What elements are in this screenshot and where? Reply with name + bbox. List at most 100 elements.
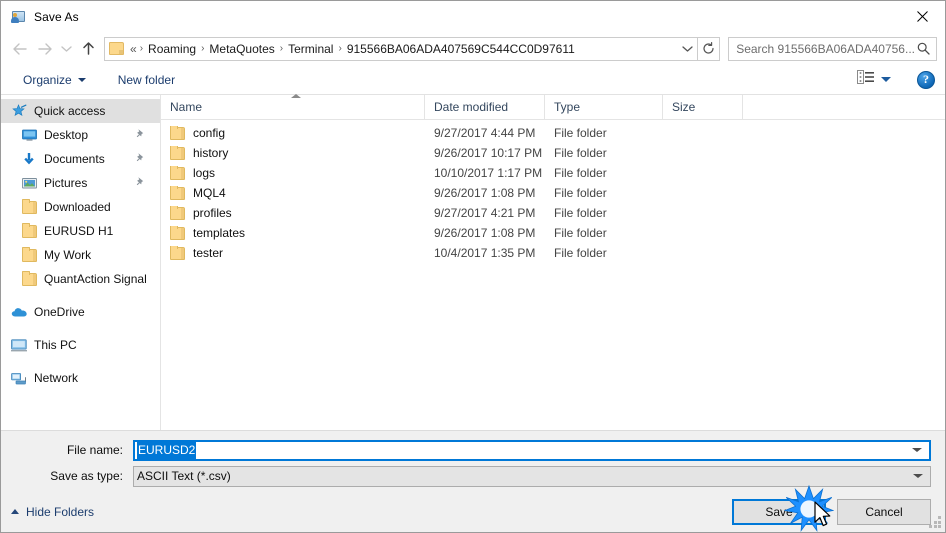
sidebar-item-network[interactable]: Network <box>1 366 160 390</box>
chevron-up-icon <box>11 509 19 514</box>
column-header-type[interactable]: Type <box>545 95 663 119</box>
file-name: config <box>193 126 226 140</box>
file-type: File folder <box>554 186 607 200</box>
back-icon[interactable] <box>7 36 32 62</box>
chevron-down-icon[interactable] <box>913 474 923 478</box>
address-bar[interactable]: « › Roaming › MetaQuotes › Terminal › 91… <box>104 36 699 61</box>
column-header-row: Name Date modified Type Size <box>161 94 945 120</box>
sidebar-item-my-work[interactable]: My Work <box>1 243 160 267</box>
breadcrumb-item-metaquotes[interactable]: MetaQuotes <box>205 42 278 56</box>
search-input[interactable]: Search 915566BA06ADA40756... <box>736 42 915 56</box>
monitor-icon <box>19 127 39 143</box>
hide-folders-button[interactable]: Hide Folders <box>11 505 94 519</box>
sort-ascending-icon <box>291 94 301 98</box>
file-name: logs <box>193 166 216 180</box>
file-type: File folder <box>554 146 607 160</box>
breadcrumb-item-terminal[interactable]: Terminal <box>284 42 337 56</box>
new-folder-button[interactable]: New folder <box>110 70 183 90</box>
table-row[interactable]: logs 10/10/2017 1:17 PM File folder <box>161 163 945 183</box>
breadcrumb-item-guid[interactable]: 915566BA06ADA407569C544CC0D97611 <box>343 42 579 56</box>
breadcrumb-item-roaming[interactable]: Roaming <box>144 42 200 56</box>
forward-icon[interactable] <box>32 36 57 62</box>
file-name-row: File name: EURUSD2 <box>15 439 931 461</box>
star-pin-icon <box>9 103 29 119</box>
file-name: templates <box>193 226 246 240</box>
folder-icon <box>170 126 185 140</box>
this-pc-icon <box>9 337 29 353</box>
folder-icon <box>170 246 185 260</box>
close-icon[interactable] <box>899 1 945 31</box>
column-header-label: Name <box>170 100 203 114</box>
file-name: history <box>193 146 229 160</box>
sidebar-item-label: QuantAction Signal <box>44 272 147 286</box>
sidebar-item-desktop[interactable]: Desktop <box>1 123 160 147</box>
folder-icon <box>109 42 124 55</box>
table-row[interactable]: tester 10/4/2017 1:35 PM File folder <box>161 243 945 263</box>
chevron-down-icon[interactable] <box>912 448 922 452</box>
file-date-modified: 9/26/2017 1:08 PM <box>434 186 536 200</box>
title-bar: Save As <box>1 1 945 32</box>
organize-label: Organize <box>23 72 72 87</box>
file-list-pane: Name Date modified Type Size config 9/27… <box>161 94 945 430</box>
sidebar-item-label: EURUSD H1 <box>44 224 114 238</box>
file-date-modified: 9/26/2017 10:17 PM <box>434 146 543 160</box>
pin-icon[interactable] <box>135 152 146 166</box>
pin-icon[interactable] <box>135 128 146 142</box>
folder-icon <box>170 186 185 200</box>
sidebar-item-quantaction-signal[interactable]: QuantAction Signal <box>1 267 160 291</box>
sidebar-item-downloaded[interactable]: Downloaded <box>1 195 160 219</box>
table-row[interactable]: history 9/26/2017 10:17 PM File folder <box>161 143 945 163</box>
help-button[interactable]: ? <box>917 70 935 89</box>
column-header-label: Type <box>554 100 581 114</box>
save-button[interactable]: Save <box>732 498 826 525</box>
dialog-body: Quick access Desktop Documents Pictures … <box>1 94 945 430</box>
cancel-button[interactable]: Cancel <box>837 498 931 525</box>
save-as-person-folder-icon <box>10 9 26 25</box>
file-date-modified: 10/4/2017 1:35 PM <box>434 246 536 260</box>
file-name-value: EURUSD2 <box>137 441 197 459</box>
table-row[interactable]: profiles 9/27/2017 4:21 PM File folder <box>161 203 945 223</box>
recent-locations-chevron-down-icon[interactable] <box>57 36 76 62</box>
file-date-modified: 9/26/2017 1:08 PM <box>434 226 536 240</box>
sidebar-item-documents[interactable]: Documents <box>1 147 160 171</box>
hide-folders-label: Hide Folders <box>26 504 95 519</box>
onedrive-cloud-icon <box>9 304 29 320</box>
change-view-button[interactable] <box>853 68 895 91</box>
sidebar-item-pictures[interactable]: Pictures <box>1 171 160 195</box>
file-type: File folder <box>554 166 607 180</box>
breadcrumb-overflow[interactable]: « <box>128 42 139 56</box>
view-layout-icon <box>857 70 874 89</box>
up-one-level-icon[interactable] <box>76 36 101 62</box>
organize-button[interactable]: Organize <box>15 70 94 90</box>
network-icon <box>9 370 29 386</box>
table-row[interactable]: templates 9/26/2017 1:08 PM File folder <box>161 223 945 243</box>
sidebar-item-onedrive[interactable]: OneDrive <box>1 300 160 324</box>
file-name-input[interactable]: EURUSD2 <box>133 439 931 461</box>
resize-grip[interactable] <box>929 516 942 529</box>
column-header-size[interactable]: Size <box>663 95 743 119</box>
file-type: File folder <box>554 206 607 220</box>
save-as-type-select[interactable]: ASCII Text (*.csv) <box>133 465 931 487</box>
folder-icon <box>170 146 185 160</box>
folder-icon <box>170 206 185 220</box>
column-header-name[interactable]: Name <box>161 94 425 119</box>
save-as-type-value: ASCII Text (*.csv) <box>137 469 231 483</box>
folder-icon <box>170 166 185 180</box>
file-type: File folder <box>554 226 607 240</box>
table-row[interactable]: config 9/27/2017 4:44 PM File folder <box>161 123 945 143</box>
refresh-icon[interactable] <box>698 36 721 61</box>
column-header-date-modified[interactable]: Date modified <box>425 95 545 119</box>
search-box[interactable]: Search 915566BA06ADA40756... <box>728 36 937 61</box>
folder-icon <box>170 226 185 240</box>
address-chevron-down-icon[interactable] <box>677 38 697 60</box>
sidebar-item-eurusd-h1[interactable]: EURUSD H1 <box>1 219 160 243</box>
table-row[interactable]: MQL4 9/26/2017 1:08 PM File folder <box>161 183 945 203</box>
sidebar-item-quick-access[interactable]: Quick access <box>1 99 160 123</box>
dialog-footer: Hide Folders Save Cancel <box>1 491 945 532</box>
breadcrumb: « › Roaming › MetaQuotes › Terminal › 91… <box>128 42 677 56</box>
file-date-modified: 9/27/2017 4:21 PM <box>434 206 536 220</box>
sidebar-item-this-pc[interactable]: This PC <box>1 333 160 357</box>
pin-icon[interactable] <box>135 176 146 190</box>
sidebar-item-label: Documents <box>44 152 105 166</box>
